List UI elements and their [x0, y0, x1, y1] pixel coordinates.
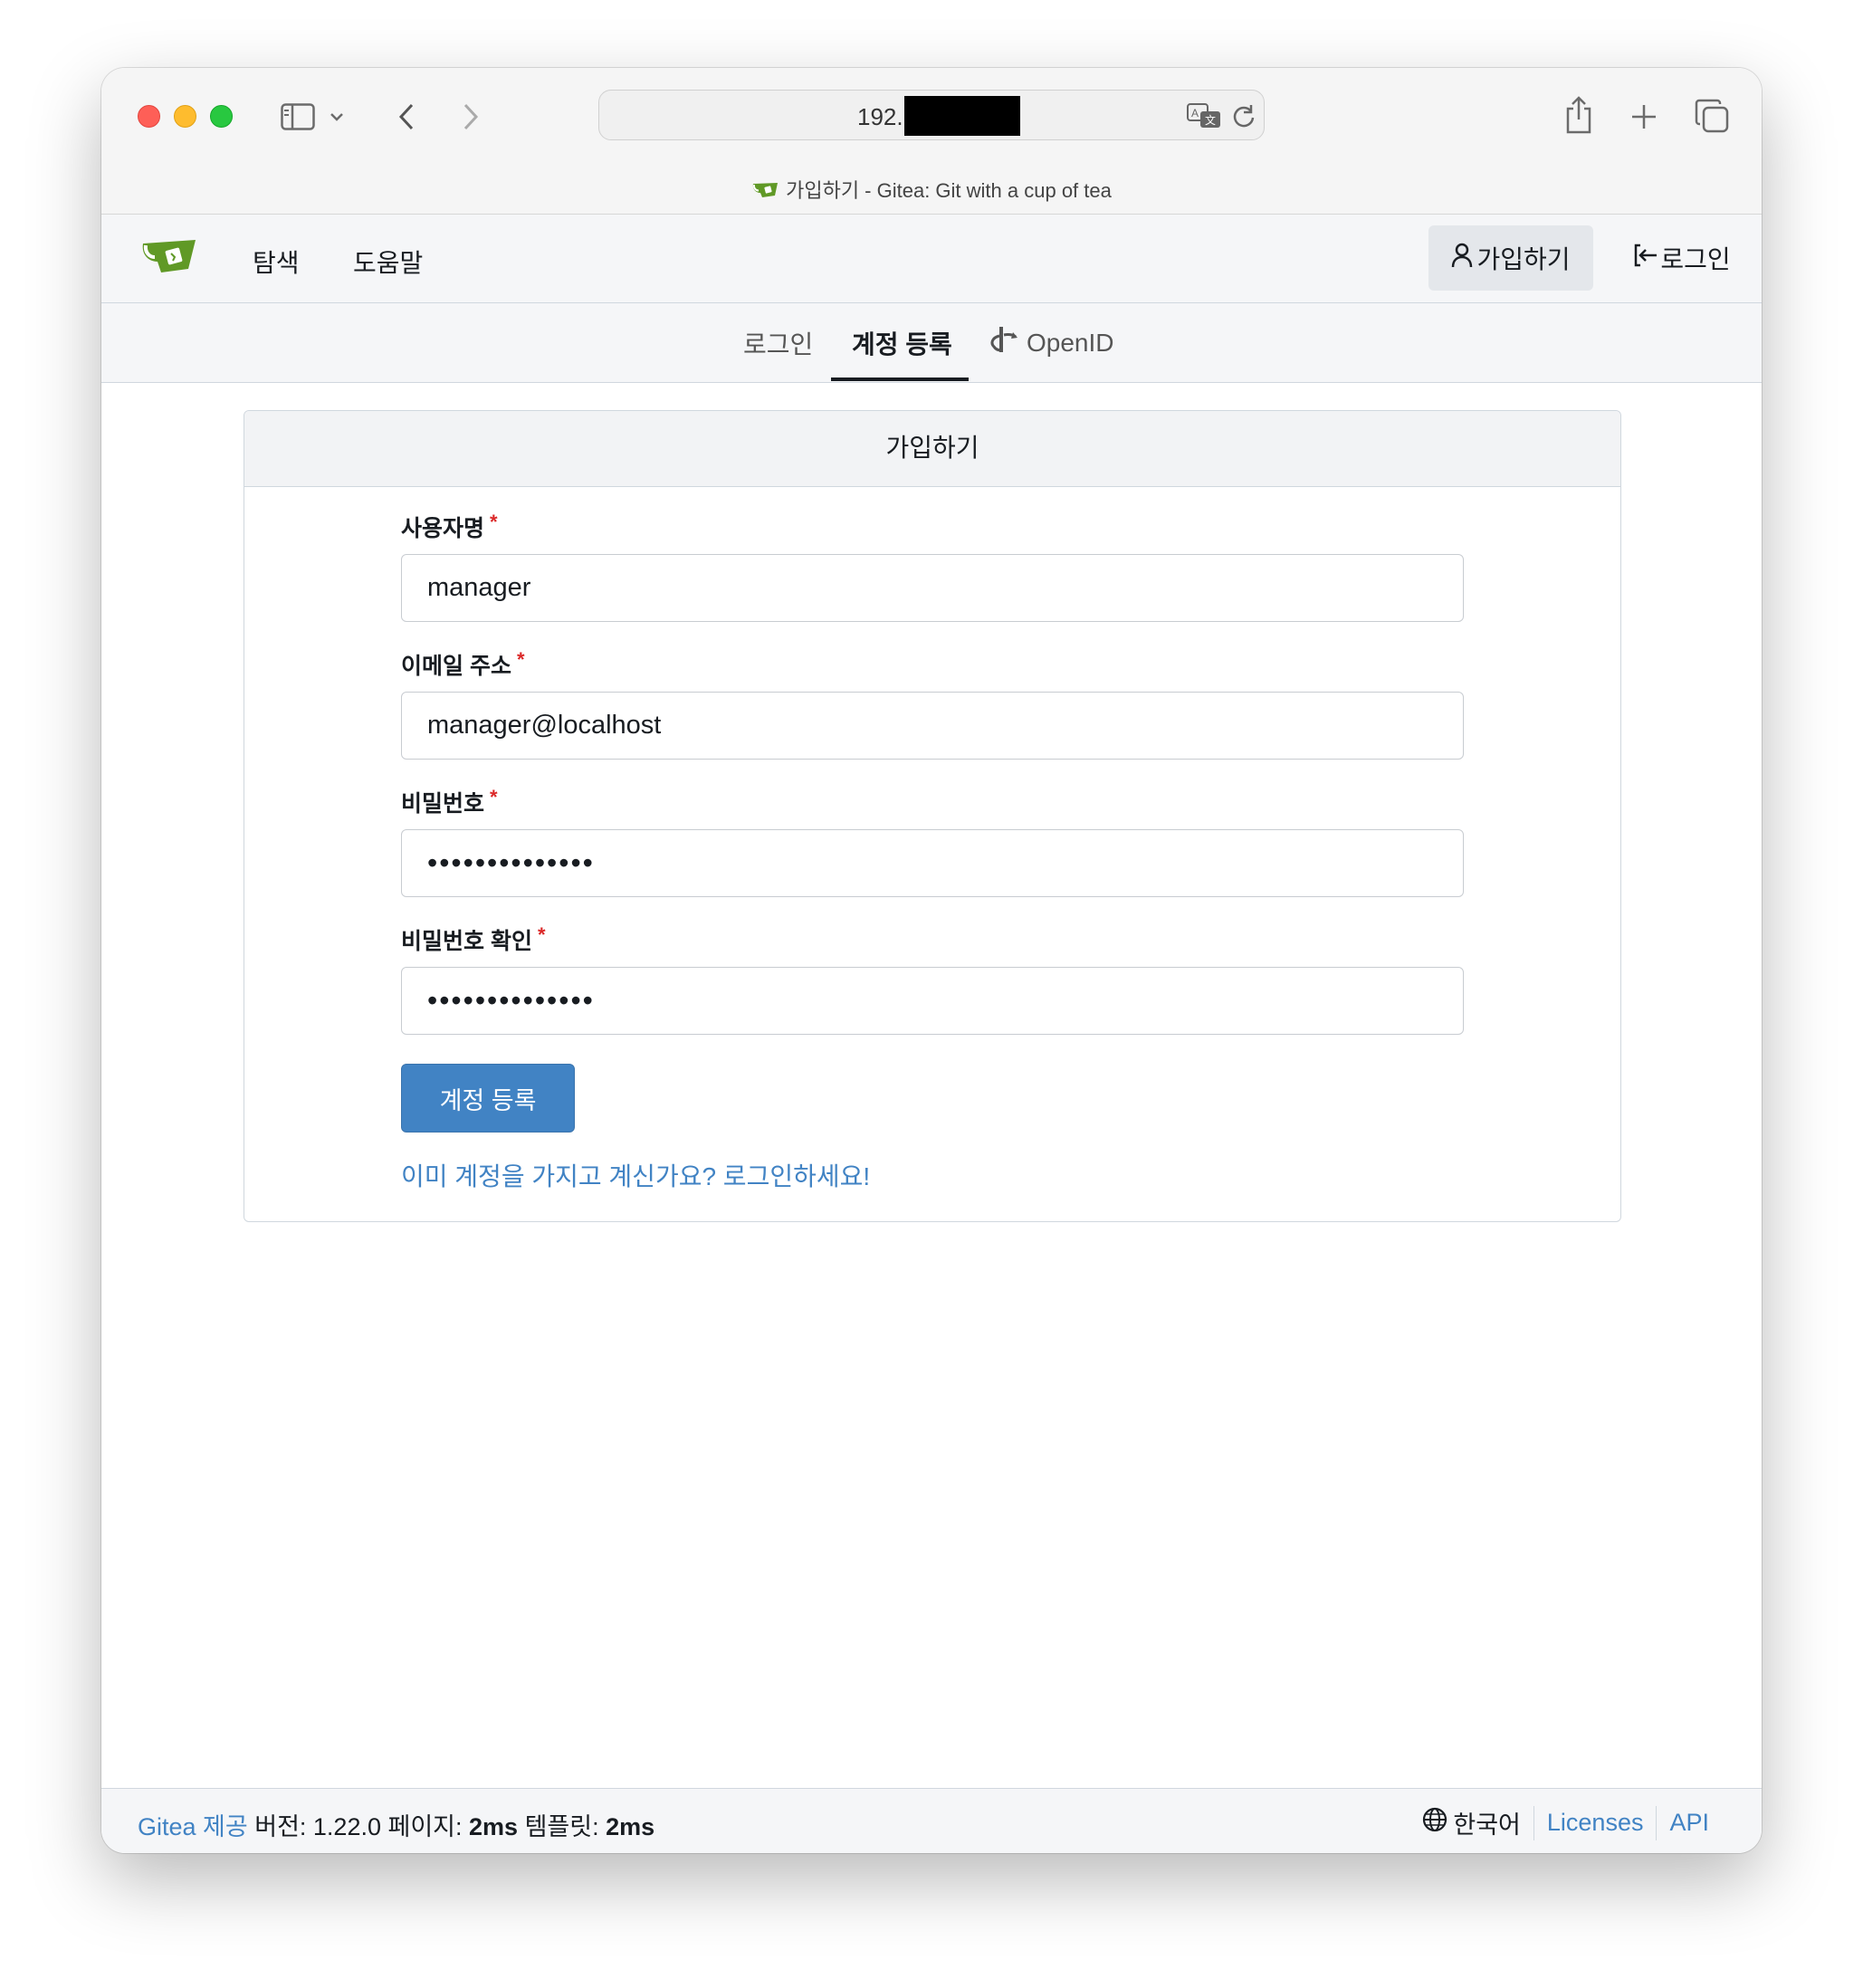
language-selector[interactable]: 한국어 [1422, 1805, 1521, 1840]
footer-divider [1533, 1805, 1534, 1840]
licenses-link[interactable]: Licenses [1547, 1809, 1644, 1837]
confirm-password-input[interactable] [401, 967, 1464, 1035]
template-label: 템플릿: [524, 1813, 599, 1840]
email-input[interactable] [401, 692, 1464, 760]
new-tab-plus-icon[interactable] [1626, 99, 1662, 135]
translate-icon[interactable]: A文 [1186, 101, 1222, 130]
redacted-block [904, 96, 1020, 136]
required-mark: * [490, 786, 498, 808]
chevron-down-icon[interactable] [328, 108, 346, 126]
tab-openid[interactable]: OpenID [989, 325, 1114, 360]
nav-help-link[interactable]: 도움말 [353, 244, 423, 280]
tab-openid-label: OpenID [1027, 328, 1114, 357]
email-label: 이메일 주소 * [401, 648, 525, 681]
nav-signup-label: 가입하기 [1476, 245, 1571, 273]
tab-title: 가입하기 - Gitea: Git with a cup of tea [101, 175, 1762, 204]
template-time: 2ms [606, 1813, 655, 1840]
page-footer: Gitea 제공 버전: 1.22.0 페이지: 2ms 템플릿: 2ms 한국… [101, 1788, 1762, 1853]
maximize-window-button[interactable] [210, 105, 233, 128]
top-navbar: 탐색 도움말 가입하기 로그인 [101, 215, 1762, 303]
email-label-text: 이메일 주소 [401, 654, 511, 679]
required-mark: * [490, 511, 498, 533]
language-label: 한국어 [1453, 1811, 1521, 1839]
nav-signin-label: 로그인 [1660, 245, 1731, 273]
auth-tabs: 로그인 계정 등록 OpenID [101, 303, 1762, 383]
footer-version-info: Gitea 제공 버전: 1.22.0 페이지: 2ms 템플릿: 2ms [138, 1807, 654, 1842]
required-mark: * [537, 923, 546, 946]
tab-title-text: 가입하기 - Gitea: Git with a cup of tea [786, 179, 1112, 202]
sign-in-icon [1633, 243, 1658, 274]
card-title: 가입하기 [244, 411, 1620, 487]
share-icon[interactable] [1561, 93, 1597, 137]
address-bar[interactable]: 192. A文 [598, 90, 1265, 140]
confirm-password-label: 비밀번호 확인 * [401, 923, 546, 956]
person-icon [1451, 243, 1473, 274]
gitea-favicon-icon [751, 180, 779, 204]
confirm-password-label-text: 비밀번호 확인 [401, 929, 532, 954]
username-label-text: 사용자명 [401, 516, 485, 541]
gitea-logo-icon[interactable] [141, 238, 197, 279]
nav-signup-button[interactable]: 가입하기 [1428, 225, 1593, 291]
password-input[interactable] [401, 829, 1464, 897]
powered-by-link[interactable]: Gitea 제공 [138, 1813, 248, 1840]
tab-signin[interactable]: 로그인 [743, 325, 813, 361]
password-label-text: 비밀번호 [401, 791, 485, 817]
username-label: 사용자명 * [401, 511, 498, 543]
tab-register[interactable]: 계정 등록 [852, 325, 952, 361]
sidebar-toggle-icon[interactable] [278, 99, 318, 135]
existing-account-signin-link[interactable]: 이미 계정을 가지고 계신가요? 로그인하세요! [401, 1157, 870, 1193]
openid-icon [989, 325, 1019, 360]
reload-icon[interactable] [1229, 101, 1258, 130]
browser-toolbar: 192. A文 가입하기 - Gitea: Git with a cup of … [101, 68, 1762, 215]
nav-signin-button[interactable]: 로그인 [1628, 225, 1736, 291]
svg-text:A: A [1191, 107, 1199, 119]
signup-form-card: 가입하기 사용자명* 이메일 주소* 비밀번호* 비밀번호 확인* 계정 등록 … [244, 410, 1621, 1222]
back-arrow-icon[interactable] [393, 99, 420, 135]
browser-window: 192. A文 가입하기 - Gitea: Git with a cup of … [101, 68, 1762, 1853]
api-link[interactable]: API [1669, 1809, 1709, 1837]
minimize-window-button[interactable] [174, 105, 196, 128]
version-text: 버전: 1.22.0 페이지: [254, 1813, 463, 1840]
globe-icon [1422, 1807, 1447, 1839]
active-tab-indicator [831, 378, 969, 381]
nav-explore-link[interactable]: 탐색 [253, 244, 300, 280]
footer-divider [1656, 1805, 1658, 1840]
tab-overview-icon[interactable] [1693, 97, 1731, 135]
password-label: 비밀번호 * [401, 786, 498, 818]
svg-text:文: 文 [1205, 113, 1216, 127]
required-mark: * [516, 648, 525, 671]
forward-arrow-icon[interactable] [457, 99, 484, 135]
close-window-button[interactable] [138, 105, 160, 128]
address-text: 192. [857, 103, 903, 130]
footer-links: 한국어 Licenses API [1422, 1805, 1709, 1840]
username-input[interactable] [401, 554, 1464, 622]
page-time: 2ms [469, 1813, 519, 1840]
register-button[interactable]: 계정 등록 [401, 1064, 575, 1133]
